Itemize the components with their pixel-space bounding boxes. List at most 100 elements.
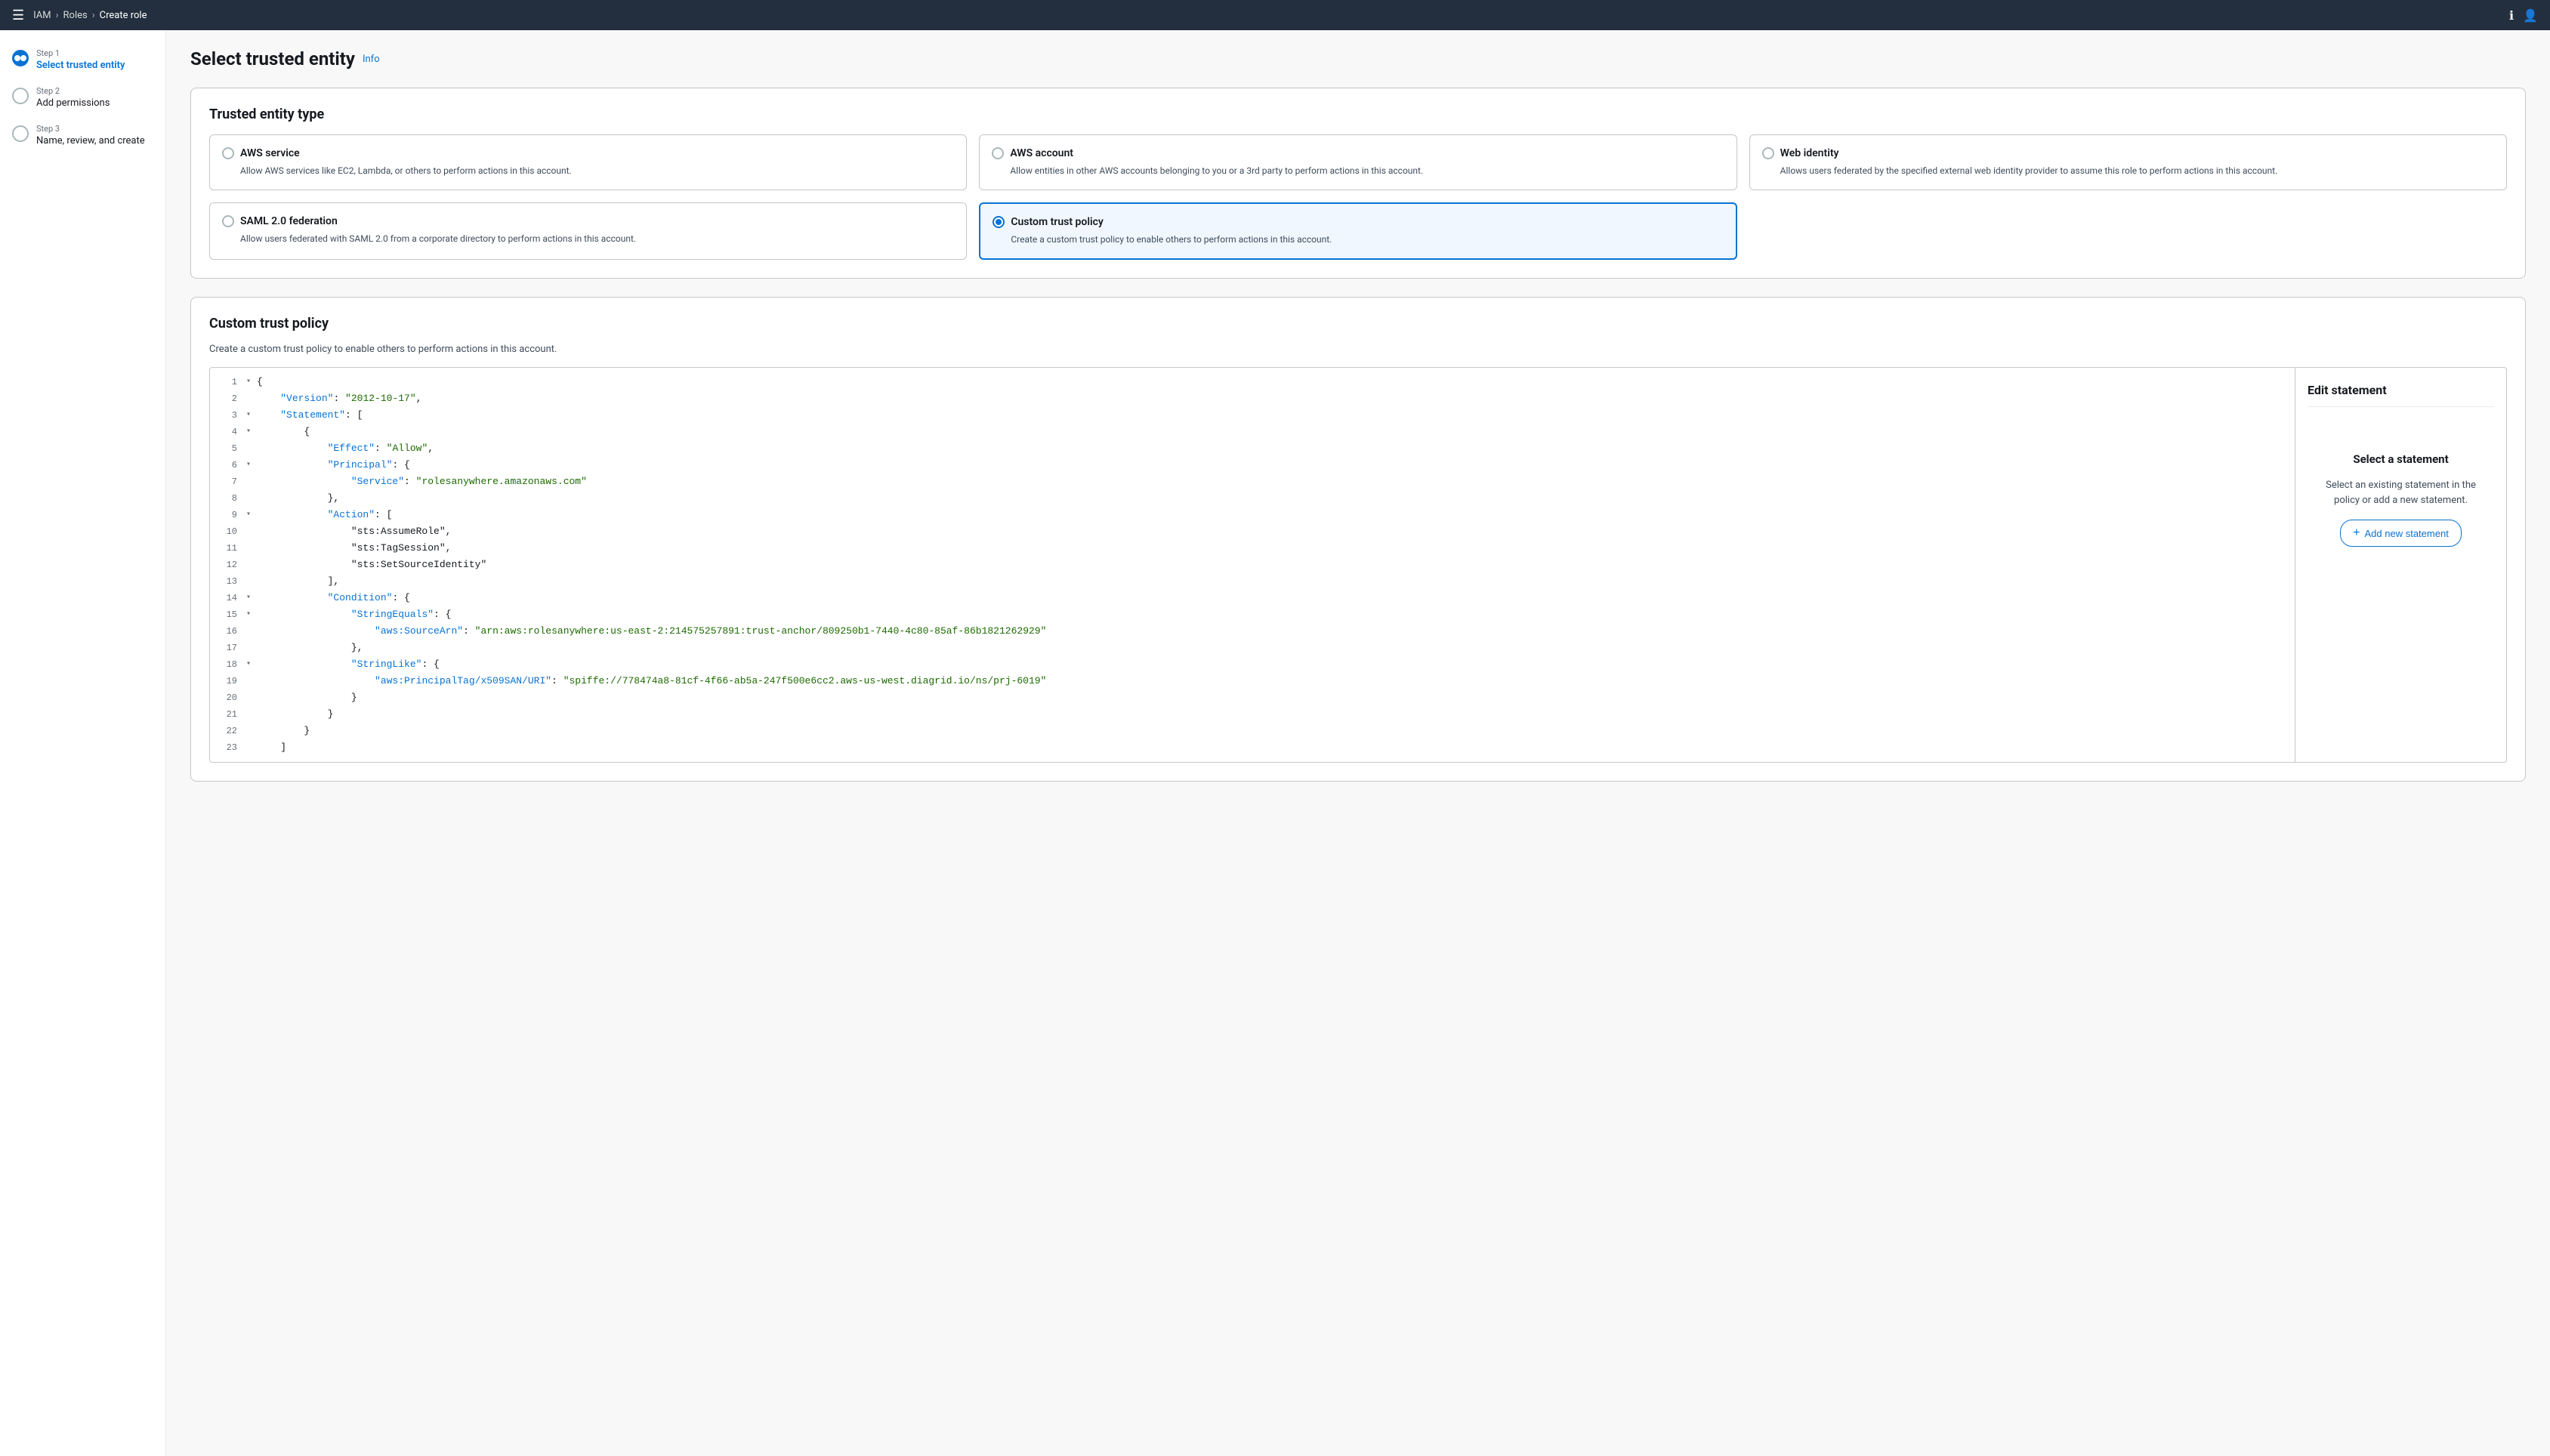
entity-option-aws-service-radio [222,147,234,159]
line-content: } [257,706,2295,723]
code-line-1: 1▾{ [210,374,2295,390]
code-line-22: 22 } [210,723,2295,739]
line-content: "Action": [ [257,507,2295,523]
line-toggle[interactable]: ▾ [246,424,257,440]
custom-policy-card: Custom trust policy Create a custom trus… [190,297,2526,782]
breadcrumb: IAM › Roles › Create role [33,10,147,21]
line-number: 5 [210,440,246,457]
line-content: "Version": "2012-10-17", [257,390,2295,407]
custom-policy-title: Custom trust policy [209,316,2507,332]
code-line-20: 20 } [210,689,2295,706]
line-number: 11 [210,540,246,557]
line-content: ], [257,573,2295,590]
breadcrumb-sep-2: › [92,10,95,21]
line-number: 1 [210,374,246,390]
info-nav-icon[interactable]: ℹ [2509,8,2514,23]
line-content: "StringLike": { [257,656,2295,673]
entity-option-web-identity-name: Web identity [1780,147,1839,159]
line-content: }, [257,490,2295,507]
line-number: 7 [210,474,246,490]
line-content: }, [257,640,2295,656]
code-line-3: 3▾ "Statement": [ [210,407,2295,424]
line-number: 21 [210,706,246,723]
line-number: 6 [210,457,246,474]
step-3[interactable]: Step 3 Name, review, and create [12,124,153,147]
step-1-label: Step 1 [36,48,125,58]
code-line-9: 9▾ "Action": [ [210,507,2295,523]
line-toggle[interactable]: ▾ [246,507,257,523]
entity-option-web-identity-radio [1762,147,1774,159]
add-statement-button[interactable]: + Add new statement [2340,520,2462,547]
main-layout: Step 1 Select trusted entity Step 2 Add … [0,30,2550,1456]
line-content: "sts:SetSourceIdentity" [257,557,2295,573]
step-1-title: Select trusted entity [36,60,125,71]
entity-option-placeholder [1749,202,2507,260]
entity-option-custom-name: Custom trust policy [1011,216,1104,228]
entity-option-custom-radio [993,216,1005,228]
breadcrumb-sep-1: › [56,10,59,21]
select-statement-section: Select a statement Select an existing st… [2308,422,2494,577]
code-line-23: 23 ] [210,739,2295,756]
entity-option-saml-radio [222,215,234,227]
line-toggle[interactable]: ▾ [246,374,257,390]
add-stmt-label: Add new statement [2365,528,2449,539]
code-line-19: 19 "aws:PrincipalTag/x509SAN/URI": "spif… [210,673,2295,689]
code-line-12: 12 "sts:SetSourceIdentity" [210,557,2295,573]
edit-panel-title: Edit statement [2308,383,2494,407]
line-toggle[interactable]: ▾ [246,590,257,606]
line-content: "sts:AssumeRole", [257,523,2295,540]
code-line-4: 4▾ { [210,424,2295,440]
line-content: } [257,689,2295,706]
hamburger-icon[interactable]: ☰ [12,8,24,23]
account-icon[interactable]: 👤 [2523,8,2538,23]
step-2-title: Add permissions [36,97,110,109]
entity-option-aws-service-header: AWS service [222,147,954,159]
line-toggle[interactable]: ▾ [246,606,257,623]
trusted-entity-card: Trusted entity type AWS service Allow AW… [190,88,2526,279]
code-line-13: 13 ], [210,573,2295,590]
breadcrumb-roles[interactable]: Roles [63,10,88,21]
entity-option-aws-service-desc: Allow AWS services like EC2, Lambda, or … [222,164,954,177]
line-toggle[interactable]: ▾ [246,457,257,474]
entity-option-aws-service[interactable]: AWS service Allow AWS services like EC2,… [209,134,967,190]
line-number: 9 [210,507,246,523]
line-toggle[interactable]: ▾ [246,656,257,673]
code-line-18: 18▾ "StringLike": { [210,656,2295,673]
line-number: 22 [210,723,246,739]
code-line-6: 6▾ "Principal": { [210,457,2295,474]
code-editor-area[interactable]: 1▾{2 "Version": "2012-10-17",3▾ "Stateme… [210,368,2295,762]
line-content: { [257,424,2295,440]
entity-option-saml-name: SAML 2.0 federation [240,215,338,227]
breadcrumb-iam[interactable]: IAM [33,10,51,21]
line-content: } [257,723,2295,739]
select-stmt-desc: Select an existing statement in the poli… [2320,478,2482,507]
line-content: "Service": "rolesanywhere.amazonaws.com" [257,474,2295,490]
step-1[interactable]: Step 1 Select trusted entity [12,48,153,71]
code-line-17: 17 }, [210,640,2295,656]
edit-statement-panel: Edit statement Select a statement Select… [2295,368,2506,762]
line-number: 2 [210,390,246,407]
line-number: 16 [210,623,246,640]
entity-option-web-identity-desc: Allows users federated by the specified … [1762,164,2494,177]
entity-option-web-identity[interactable]: Web identity Allows users federated by t… [1749,134,2507,190]
plus-icon: + [2353,526,2360,540]
code-line-10: 10 "sts:AssumeRole", [210,523,2295,540]
page-title: Select trusted entity [190,48,355,69]
entity-option-aws-account[interactable]: AWS account Allow entities in other AWS … [979,134,1737,190]
step-3-title: Name, review, and create [36,135,145,147]
entity-option-saml[interactable]: SAML 2.0 federation Allow users federate… [209,202,967,260]
step-3-info: Step 3 Name, review, and create [36,124,145,147]
line-content: "Statement": [ [257,407,2295,424]
entity-option-saml-desc: Allow users federated with SAML 2.0 from… [222,232,954,245]
code-line-14: 14▾ "Condition": { [210,590,2295,606]
entity-option-custom[interactable]: Custom trust policy Create a custom trus… [979,202,1737,260]
entity-option-web-identity-header: Web identity [1762,147,2494,159]
line-number: 15 [210,606,246,623]
code-line-8: 8 }, [210,490,2295,507]
line-toggle[interactable]: ▾ [246,407,257,424]
line-number: 13 [210,573,246,590]
entity-option-aws-account-radio [992,147,1004,159]
step-2[interactable]: Step 2 Add permissions [12,86,153,109]
page-info-link[interactable]: Info [363,54,380,65]
line-number: 3 [210,407,246,424]
